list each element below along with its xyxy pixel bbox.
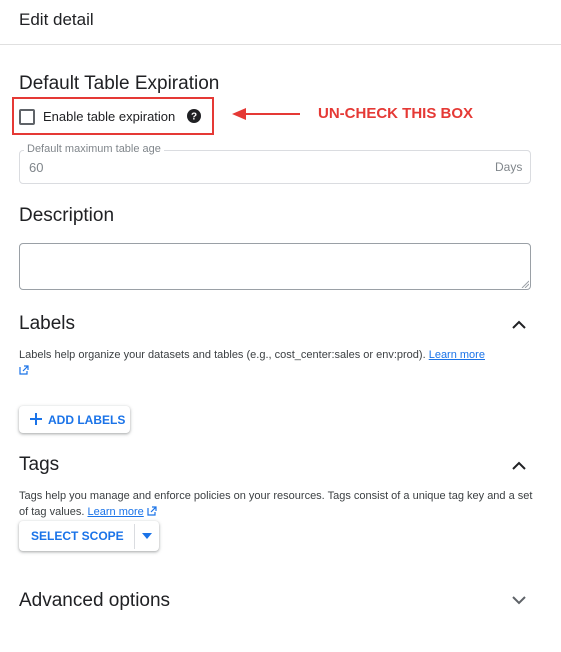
annotation-arrow-icon xyxy=(232,108,300,120)
expiration-section-title: Default Table Expiration xyxy=(19,73,220,94)
enable-expiration-checkbox[interactable] xyxy=(19,109,35,125)
external-link-icon[interactable] xyxy=(19,365,29,375)
caret-down-icon[interactable] xyxy=(142,533,152,539)
split-divider xyxy=(134,524,135,549)
plus-icon xyxy=(30,413,42,425)
description-section-title: Description xyxy=(19,205,115,226)
resize-handle-icon[interactable] xyxy=(521,280,529,288)
chevron-up-icon[interactable] xyxy=(511,318,527,330)
select-scope-button[interactable]: SELECT SCOPE xyxy=(31,529,124,543)
chevron-down-icon[interactable] xyxy=(511,594,527,606)
labels-description: Labels help organize your datasets and t… xyxy=(19,347,534,379)
annotation-text: UN-CHECK THIS BOX xyxy=(318,105,474,122)
add-labels-button[interactable]: ADD LABELS xyxy=(19,406,130,433)
panel-title: Edit detail xyxy=(19,10,94,29)
tags-learn-more-link[interactable]: Learn more xyxy=(88,506,144,518)
max-table-age-field[interactable] xyxy=(19,150,531,184)
panel-header: Edit detail xyxy=(0,0,561,45)
help-icon[interactable]: ? xyxy=(187,109,201,123)
max-table-age-suffix: Days xyxy=(495,160,523,174)
tags-section-title: Tags xyxy=(19,454,60,475)
svg-text:?: ? xyxy=(191,112,197,123)
tags-description: Tags help you manage and enforce policie… xyxy=(19,488,534,520)
labels-section-title: Labels xyxy=(19,313,75,334)
add-labels-label: ADD LABELS xyxy=(48,413,126,427)
labels-learn-more-link[interactable]: Learn more xyxy=(429,349,485,361)
description-textarea[interactable] xyxy=(19,243,531,290)
chevron-up-icon[interactable] xyxy=(511,459,527,471)
select-scope-button-group: SELECT SCOPE xyxy=(19,521,159,551)
enable-expiration-label[interactable]: Enable table expiration xyxy=(43,109,175,124)
max-table-age-label: Default maximum table age xyxy=(24,143,164,155)
labels-description-text: Labels help organize your datasets and t… xyxy=(19,349,426,361)
max-table-age-value[interactable]: 60 xyxy=(29,160,43,175)
external-link-icon[interactable] xyxy=(147,506,157,516)
advanced-options-title[interactable]: Advanced options xyxy=(19,590,170,612)
